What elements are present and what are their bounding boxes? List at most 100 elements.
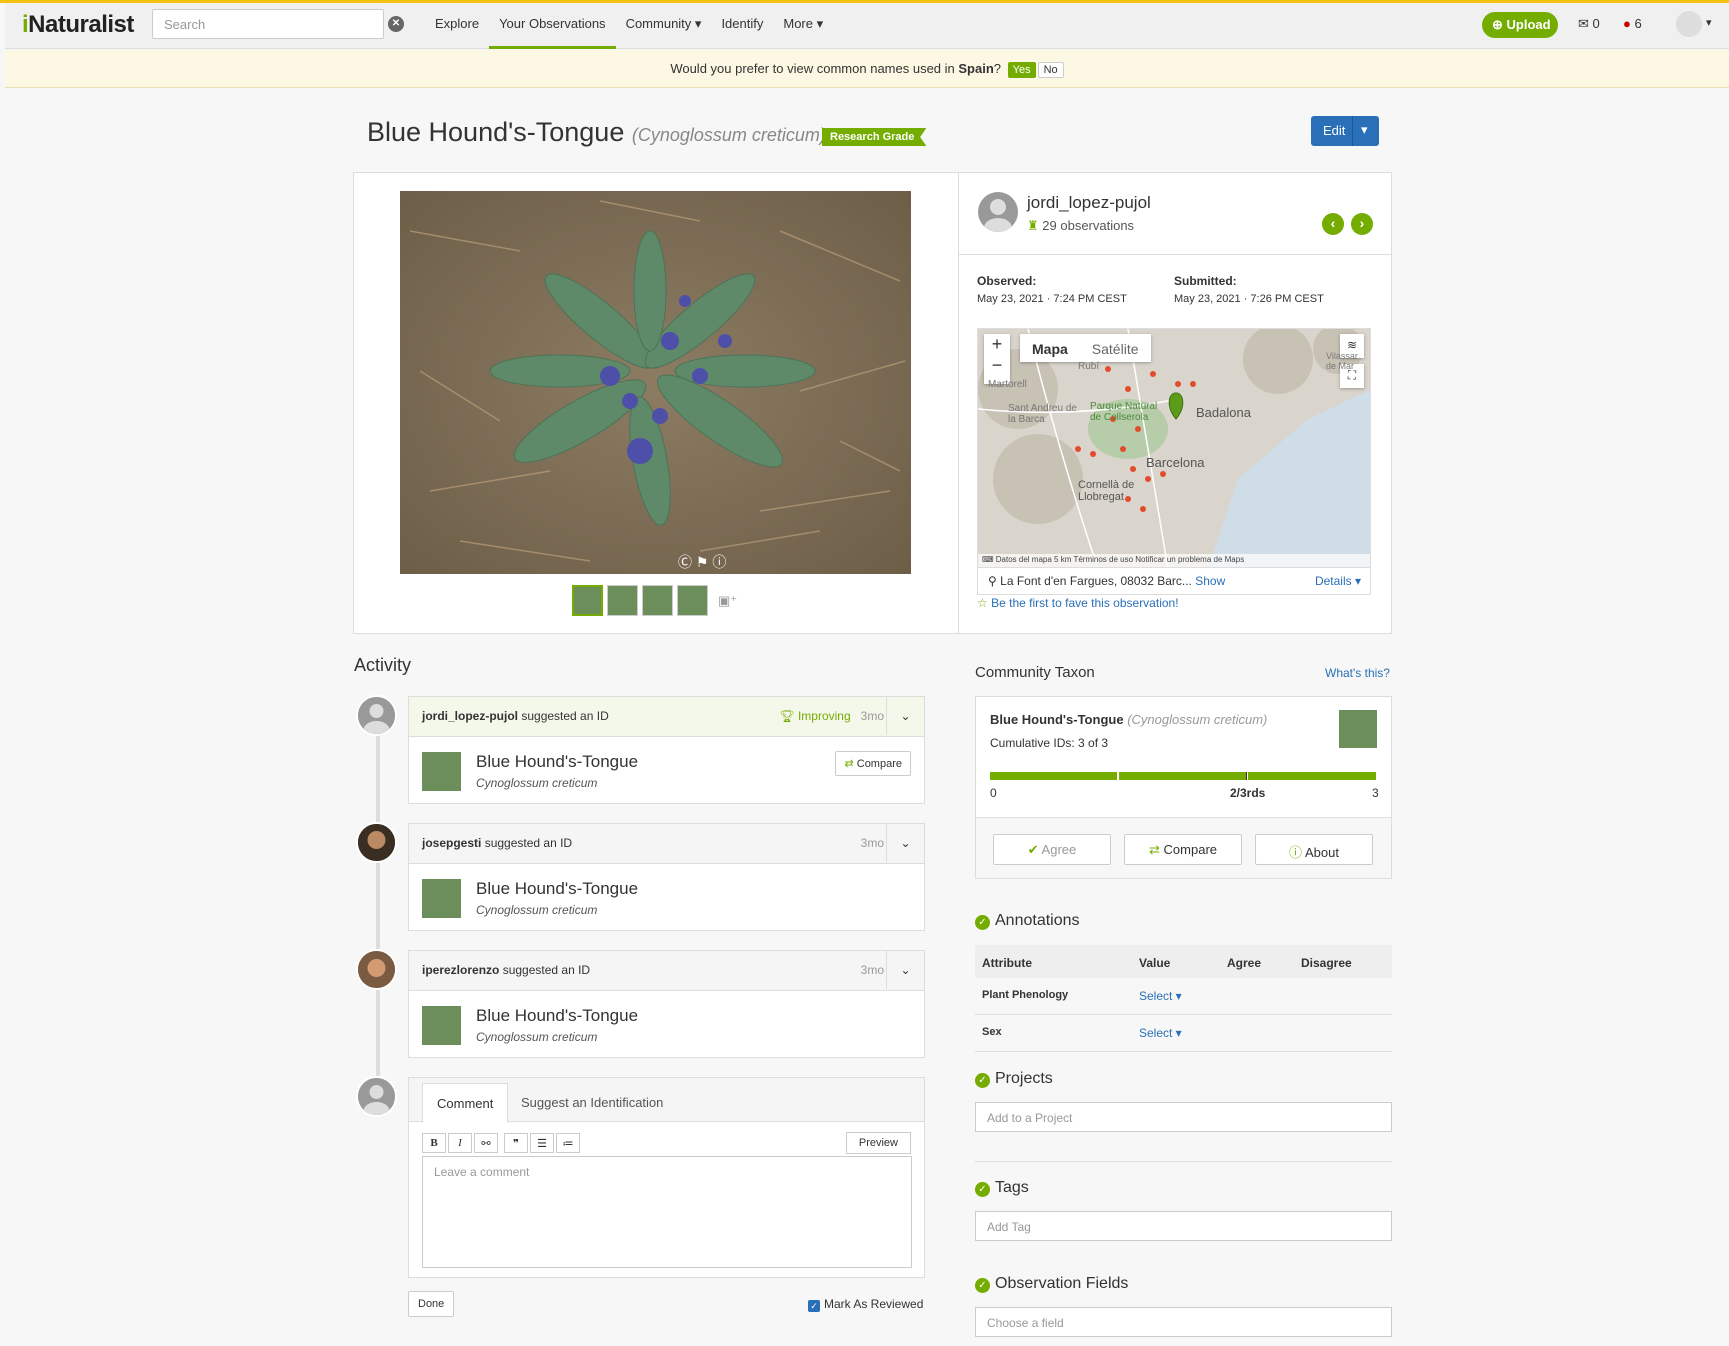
taxon-common-name[interactable]: Blue Hound's-Tongue — [476, 879, 638, 899]
activity-avatar[interactable] — [356, 949, 397, 990]
editor-toolbar: B I ⚯ ❞ ☰ ≔ — [422, 1133, 580, 1153]
common-names-banner: Would you prefer to view common names us… — [5, 50, 1729, 88]
no-button[interactable]: No — [1037, 62, 1064, 78]
upload-button[interactable]: ⊕ Upload — [1482, 12, 1558, 38]
photo-thumbnails — [572, 585, 708, 616]
taxon-common-name[interactable]: Blue Hound's-Tongue — [476, 1006, 638, 1026]
zoom-in-icon[interactable]: + — [984, 334, 1010, 355]
preview-button[interactable]: Preview — [845, 1132, 911, 1154]
compare-button[interactable]: ⇄ Compare — [835, 751, 911, 776]
observer-obs-count[interactable]: ♜ 29 observations — [1027, 218, 1134, 234]
search-input[interactable]: Search — [152, 9, 384, 39]
observer-name[interactable]: jordi_lopez-pujol — [1027, 193, 1151, 213]
about-button[interactable]: ⓘ About — [1255, 834, 1373, 865]
nav-your-observations[interactable]: Your Observations — [489, 3, 616, 49]
comment-textarea[interactable]: Leave a comment — [422, 1156, 912, 1268]
annotations-title[interactable]: ✓ Annotations — [975, 912, 1080, 930]
notifications-button[interactable]: ● 6 — [1623, 16, 1642, 31]
add-photo-icon[interactable]: ▣⁺ — [718, 593, 737, 609]
table-row: Sex Select ▾ — [975, 1015, 1392, 1052]
tags-title[interactable]: ✓ Tags — [975, 1179, 1029, 1197]
photo-thumb[interactable] — [572, 585, 603, 616]
chevron-down-icon[interactable]: ▾ — [1706, 16, 1712, 29]
map-tab-satellite[interactable]: Satélite — [1080, 334, 1151, 362]
link-icon[interactable]: ⚯ — [474, 1133, 498, 1153]
bullet-list-icon[interactable]: ☰ — [530, 1133, 554, 1153]
italic-button[interactable]: I — [448, 1133, 472, 1153]
details-dropdown[interactable]: Details ▾ — [1315, 574, 1361, 588]
map-tab-map[interactable]: Mapa — [1020, 334, 1080, 362]
improving-label: Improving — [797, 709, 851, 723]
location-map[interactable]: + − Mapa Satélite ≋ ⛶ Badalona Barcelona … — [977, 328, 1371, 568]
photo-thumb[interactable] — [677, 585, 708, 616]
photo-thumb[interactable] — [642, 585, 673, 616]
quote-icon[interactable]: ❞ — [504, 1133, 528, 1153]
activity-avatar[interactable] — [356, 695, 397, 736]
nav-explore[interactable]: Explore — [425, 3, 489, 49]
cc-license-icon[interactable]: Ⓒ — [678, 554, 692, 570]
chevron-down-icon[interactable]: ⌄ — [886, 824, 924, 862]
taxon-thumbnail[interactable] — [1339, 710, 1377, 748]
activity-user[interactable]: jordi_lopez-pujol — [422, 709, 518, 723]
whats-this-link[interactable]: What's this? — [1325, 666, 1390, 680]
done-button[interactable]: Done — [408, 1291, 455, 1317]
timestamp: 3mo — [860, 836, 884, 850]
mark-reviewed-checkbox[interactable]: ✓ Mark As Reviewed — [808, 1297, 923, 1312]
nav-more[interactable]: More ▾ — [773, 3, 833, 49]
place-guess-row: ⚲ La Font d'en Fargues, 08032 Barc... Sh… — [977, 568, 1371, 595]
community-taxon-name[interactable]: Blue Hound's-Tongue (Cynoglossum creticu… — [990, 712, 1267, 727]
taxon-sci-name: Cynoglossum creticum — [476, 1030, 598, 1044]
add-tag-input[interactable]: Add Tag — [975, 1211, 1392, 1241]
activity-user[interactable]: josepgesti — [422, 836, 481, 850]
quality-grade-badge: Research Grade — [822, 128, 927, 146]
main-nav: Explore Your Observations Community ▾ Id… — [425, 3, 833, 49]
show-location-link[interactable]: Show — [1195, 574, 1225, 588]
user-avatar[interactable] — [1676, 11, 1702, 37]
zoom-out-icon[interactable]: − — [984, 355, 1010, 376]
clear-search-icon[interactable]: ✕ — [388, 16, 404, 32]
compare-button[interactable]: ⇄ Compare — [1124, 834, 1242, 865]
observation-fields-title[interactable]: ✓ Observation Fields — [975, 1275, 1128, 1293]
choose-field-input[interactable]: Choose a field — [975, 1307, 1392, 1337]
taxon-thumbnail[interactable] — [422, 752, 461, 791]
tick-max: 3 — [1372, 786, 1379, 800]
observer-avatar[interactable] — [978, 192, 1018, 232]
tab-comment[interactable]: Comment — [422, 1083, 509, 1123]
chevron-down-icon[interactable]: ⌄ — [886, 951, 924, 989]
select-dropdown[interactable]: Select ▾ — [1139, 1026, 1182, 1040]
taxon-thumbnail[interactable] — [422, 1006, 461, 1045]
activity-avatar[interactable] — [356, 822, 397, 863]
chevron-down-icon[interactable]: ⌄ — [886, 697, 924, 735]
activity-item: josepgesti suggested an ID 3mo ⌄ Blue Ho… — [408, 823, 925, 931]
messages-button[interactable]: ✉ 0 — [1578, 16, 1600, 32]
taxon-common-name[interactable]: Blue Hound's-Tongue — [476, 752, 638, 772]
add-project-input[interactable]: Add to a Project — [975, 1102, 1392, 1132]
inaturalist-logo[interactable]: iNaturalist — [22, 11, 134, 39]
current-user-avatar — [356, 1076, 397, 1117]
checkbox-checked-icon[interactable]: ✓ — [808, 1300, 820, 1312]
projects-title[interactable]: ✓ Projects — [975, 1070, 1053, 1088]
yes-button[interactable]: Yes — [1007, 62, 1036, 78]
flag-icon[interactable]: ⚑ — [696, 554, 709, 570]
info-icon[interactable]: ⓘ — [712, 554, 726, 570]
trophy-icon: 🏆︎ — [779, 709, 795, 723]
caret-down-icon[interactable]: ▾ — [1361, 122, 1368, 138]
numbered-list-icon[interactable]: ≔ — [556, 1133, 580, 1153]
nav-identify[interactable]: Identify — [711, 3, 773, 49]
prev-observation-button[interactable]: ‹ — [1322, 213, 1344, 235]
agree-button[interactable]: ✔ Agree — [993, 834, 1111, 865]
edit-button[interactable]: Edit ▾ — [1311, 116, 1379, 146]
compare-icon: ⇄ — [844, 758, 854, 770]
photo-thumb[interactable] — [607, 585, 638, 616]
observation-photo[interactable]: Ⓒ ⚑ ⓘ — [400, 191, 911, 574]
bold-button[interactable]: B — [422, 1133, 446, 1153]
timeline-line — [376, 700, 380, 1100]
fave-link[interactable]: ☆ Be the first to fave this observation! — [977, 596, 1179, 610]
activity-user[interactable]: iperezlorenzo — [422, 963, 499, 977]
map-zoom-controls[interactable]: + − — [984, 334, 1010, 384]
taxon-thumbnail[interactable] — [422, 879, 461, 918]
nav-community[interactable]: Community ▾ — [616, 3, 712, 49]
tab-suggest-id[interactable]: Suggest an Identification — [507, 1083, 677, 1123]
next-observation-button[interactable]: › — [1351, 213, 1373, 235]
select-dropdown[interactable]: Select ▾ — [1139, 989, 1182, 1003]
